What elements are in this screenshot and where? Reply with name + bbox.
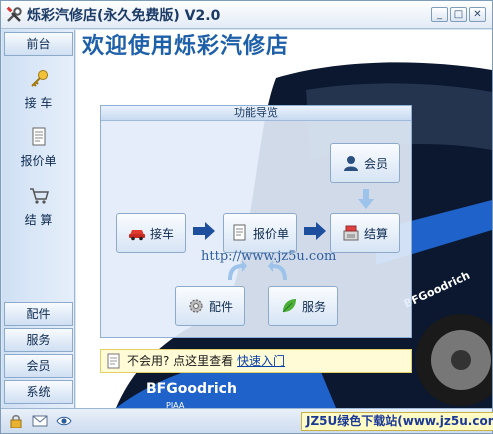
sidebar-item-label: 结 算 <box>24 213 53 227</box>
quote-label: 报价单 <box>252 226 289 241</box>
window-title: 烁彩汽修店(永久免费版) V2.0 <box>27 8 221 24</box>
member-label: 会员 <box>363 156 388 171</box>
tab-front-desk[interactable]: 前台 <box>4 32 73 56</box>
tab-system[interactable]: 系统 <box>4 380 73 404</box>
tab-service[interactable]: 服务 <box>4 328 73 352</box>
cash-register-icon <box>343 225 359 241</box>
sidebar-item-label: 报价单 <box>20 154 57 168</box>
quick-start-hint: 不会用? 点这里查看 快速入门 <box>100 349 412 373</box>
receive-car-button[interactable]: 接车 <box>116 213 186 253</box>
maximize-button[interactable]: □ <box>450 7 467 22</box>
lock-icon[interactable] <box>8 414 24 428</box>
user-icon <box>343 156 358 171</box>
tab-parts[interactable]: 配件 <box>4 302 73 326</box>
sidebar: 前台 接 车 报价单 结 算 配件 服务 会员 系统 <box>2 30 75 408</box>
wrench-icon <box>6 6 22 22</box>
leaf-icon <box>282 299 296 313</box>
document-icon <box>32 127 45 146</box>
sidebar-item-label: 接 车 <box>24 96 53 110</box>
car-icon <box>128 230 145 241</box>
member-button[interactable]: 会员 <box>330 143 400 183</box>
watermark-url: http://www.jz5u.com <box>201 249 337 264</box>
welcome-title: 欢迎使用烁彩汽修店 <box>82 34 290 59</box>
bfgoodrich-logo-bottom: BFGoodrich <box>146 381 237 397</box>
panel-title: 功能导览 <box>101 106 411 121</box>
cart-icon <box>29 188 49 204</box>
sidebar-item-quote[interactable]: 报价单 <box>6 126 71 169</box>
site-badge: JZ5U绿色下载站(www.jz5u.com) <box>301 412 493 431</box>
gear-icon <box>189 299 203 313</box>
arrow-right-icon <box>193 222 215 240</box>
parts-label: 配件 <box>208 299 233 314</box>
sidebar-item-settle[interactable]: 结 算 <box>6 185 71 228</box>
arrow-right-icon <box>304 222 326 240</box>
app-window: 烁彩汽修店(永久免费版) V2.0 _ □ ✕ 前台 接 车 报价单 结 算 配… <box>0 0 493 434</box>
mail-icon[interactable] <box>32 414 48 428</box>
quick-start-link[interactable]: 快速入门 <box>237 354 285 368</box>
note-icon <box>107 353 120 369</box>
document-icon <box>233 224 246 241</box>
key-icon <box>30 70 48 87</box>
function-nav-panel: 功能导览 接车 报价单 结算 会员 配件 服务 http://www.jz5u.… <box>100 105 412 338</box>
quote-button[interactable]: 报价单 <box>223 213 297 253</box>
service-button[interactable]: 服务 <box>268 286 338 326</box>
service-label: 服务 <box>301 299 326 314</box>
status-bar: JZ5U绿色下载站(www.jz5u.com) <box>1 408 493 433</box>
settle-label: 结算 <box>363 226 388 241</box>
eye-icon[interactable] <box>56 414 72 428</box>
close-button[interactable]: ✕ <box>469 7 486 22</box>
minimize-button[interactable]: _ <box>431 7 448 22</box>
arrow-down-icon <box>358 189 374 209</box>
hint-text: 不会用? 点这里查看 <box>127 354 234 368</box>
sidebar-item-receive[interactable]: 接 车 <box>6 68 71 111</box>
main-area: BFGoodrich BFGoodrich PIAA 欢迎使用烁彩汽修店 功能导… <box>76 30 492 408</box>
tab-member[interactable]: 会员 <box>4 354 73 378</box>
parts-button[interactable]: 配件 <box>175 286 245 326</box>
piaa-logo: PIAA <box>166 401 185 408</box>
receive-car-label: 接车 <box>149 226 174 241</box>
settle-button[interactable]: 结算 <box>330 213 400 253</box>
title-bar: 烁彩汽修店(永久免费版) V2.0 _ □ ✕ <box>1 1 492 29</box>
